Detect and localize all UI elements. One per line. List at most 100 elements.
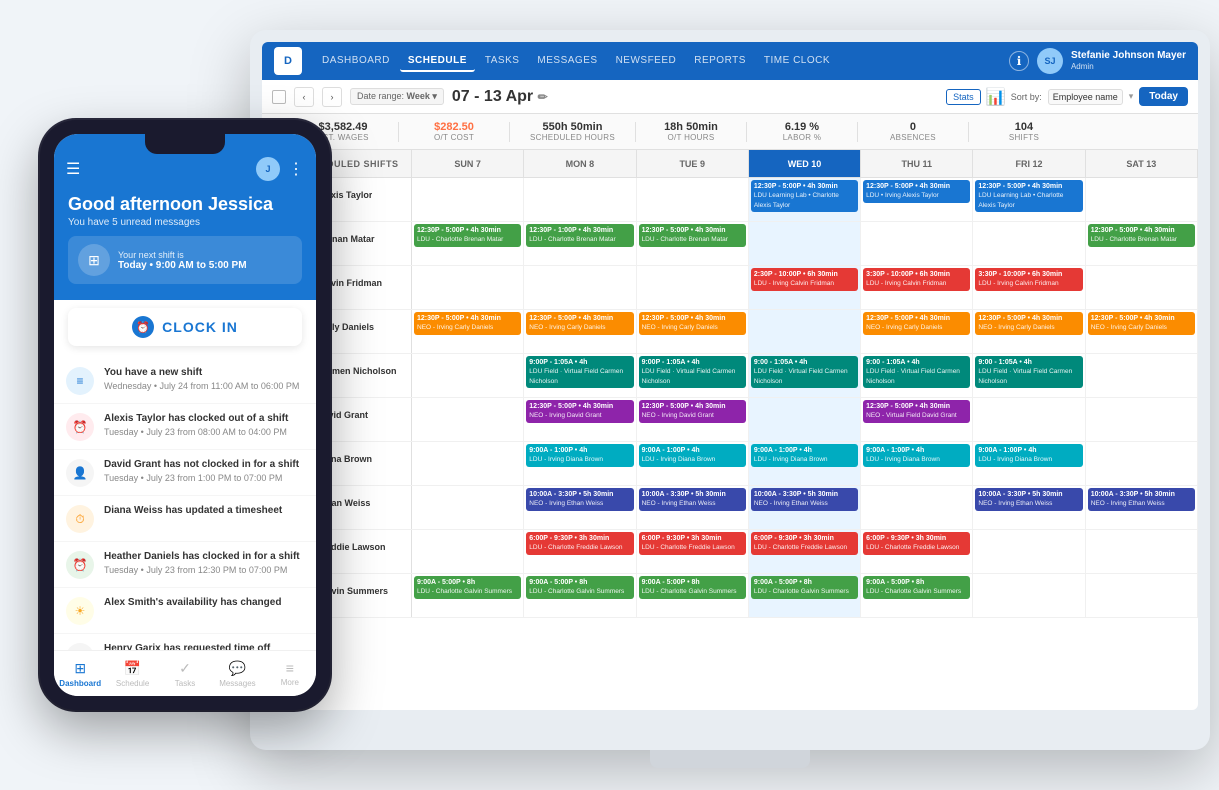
day-cell[interactable]	[1086, 178, 1198, 221]
today-button[interactable]: Today	[1139, 87, 1188, 106]
day-cell[interactable]	[861, 486, 973, 529]
day-cell[interactable]: 12:30P - 5:00P • 4h 30minLDU - Charlotte…	[637, 222, 749, 265]
shift-block[interactable]: 12:30P - 5:00P • 4h 30minNEO - Irving Ca…	[975, 312, 1082, 335]
shift-block[interactable]: 6:00P - 9:30P • 3h 30minLDU - Charlotte …	[639, 532, 746, 555]
shift-block[interactable]: 2:30P - 10:00P • 6h 30minLDU - Irving Ca…	[751, 268, 858, 291]
list-item[interactable]: 👤David Grant has not clocked in for a sh…	[54, 450, 316, 496]
day-cell[interactable]: 12:30P - 5:00P • 4h 30minNEO - Irving Ca…	[412, 310, 524, 353]
shift-block[interactable]: 9:00P - 1:05A • 4hLDU Field · Virtual Fi…	[526, 356, 633, 388]
day-cell[interactable]	[1086, 354, 1198, 397]
day-cell[interactable]: 6:00P - 9:30P • 3h 30minLDU - Charlotte …	[637, 530, 749, 573]
day-cell[interactable]: 9:00 - 1:05A • 4hLDU Field · Virtual Fie…	[749, 354, 861, 397]
day-cell[interactable]: 9:00A - 1:00P • 4hLDU - Irving Diana Bro…	[524, 442, 636, 485]
day-cell[interactable]: 9:00 - 1:05A • 4hLDU Field · Virtual Fie…	[973, 354, 1085, 397]
sort-select[interactable]: Employee name	[1048, 89, 1123, 105]
day-cell[interactable]: 12:30P - 5:00P • 4h 30minLDU Learning La…	[749, 178, 861, 221]
day-cell[interactable]	[637, 178, 749, 221]
shift-block[interactable]: 9:00A - 5:00P • 8hLDU - Charlotte Galvin…	[863, 576, 970, 599]
shift-block[interactable]: 12:30P - 5:00P • 4h 30minNEO - Irving Da…	[526, 400, 633, 423]
bottom-nav-messages[interactable]: 💬 Messages	[211, 660, 263, 688]
day-cell[interactable]	[412, 266, 524, 309]
day-cell[interactable]	[749, 398, 861, 441]
shift-block[interactable]: 9:00A - 5:00P • 8hLDU - Charlotte Galvin…	[526, 576, 633, 599]
day-cell[interactable]	[637, 266, 749, 309]
day-cell[interactable]	[412, 442, 524, 485]
day-cell[interactable]	[412, 354, 524, 397]
shift-block[interactable]: 12:30P - 5:00P • 4h 30minLDU • Irving Al…	[863, 180, 970, 203]
shift-block[interactable]: 10:00A - 3:30P • 5h 30minNEO - Irving Et…	[526, 488, 633, 511]
list-item[interactable]: ⏱Diana Weiss has updated a timesheet	[54, 496, 316, 542]
stats-button[interactable]: Stats	[946, 89, 981, 105]
nav-item-tasks[interactable]: TASKS	[477, 51, 528, 72]
list-item[interactable]: ≡You have a new shiftWednesday • July 24…	[54, 358, 316, 404]
day-cell[interactable]: 9:00A - 1:00P • 4hLDU - Irving Diana Bro…	[637, 442, 749, 485]
day-cell[interactable]: 9:00P - 1:05A • 4hLDU Field · Virtual Fi…	[637, 354, 749, 397]
day-cell[interactable]	[412, 398, 524, 441]
list-item[interactable]: ⏰Heather Daniels has clocked in for a sh…	[54, 542, 316, 588]
list-item[interactable]: ☀Alex Smith's availability has changed	[54, 588, 316, 634]
shift-block[interactable]: 9:00A - 1:00P • 4hLDU - Irving Diana Bro…	[863, 444, 970, 467]
hamburger-icon[interactable]: ☰	[66, 159, 80, 179]
shift-block[interactable]: 12:30P - 5:00P • 4h 30minLDU - Charlotte…	[414, 224, 521, 247]
day-cell[interactable]: 12:30P - 5:00P • 4h 30minNEO - Irving Ca…	[524, 310, 636, 353]
day-cell[interactable]: 9:00A - 5:00P • 8hLDU - Charlotte Galvin…	[524, 574, 636, 617]
day-cell[interactable]: 9:00A - 5:00P • 8hLDU - Charlotte Galvin…	[861, 574, 973, 617]
shift-block[interactable]: 12:30P - 5:00P • 4h 30minLDU - Charlotte…	[639, 224, 746, 247]
day-cell[interactable]: 12:30P - 5:00P • 4h 30minNEO - Irving Da…	[524, 398, 636, 441]
day-cell[interactable]: 12:30P - 5:00P • 4h 30minLDU • Irving Al…	[861, 178, 973, 221]
shift-block[interactable]: 12:30P - 5:00P • 4h 30minLDU Learning La…	[975, 180, 1082, 212]
shift-block[interactable]: 12:30P - 5:00P • 4h 30minNEO - Irving Da…	[639, 400, 746, 423]
day-cell[interactable]: 9:00A - 1:00P • 4hLDU - Irving Diana Bro…	[861, 442, 973, 485]
shift-block[interactable]: 3:30P - 10:00P • 6h 30minLDU - Irving Ca…	[975, 268, 1082, 291]
day-cell[interactable]	[524, 178, 636, 221]
day-cell[interactable]: 10:00A - 3:30P • 5h 30minNEO - Irving Et…	[524, 486, 636, 529]
shift-block[interactable]: 12:30P - 5:00P • 4h 30minLDU - Charlotte…	[1088, 224, 1195, 247]
shift-block[interactable]: 9:00A - 1:00P • 4hLDU - Irving Diana Bro…	[751, 444, 858, 467]
info-icon[interactable]: ℹ	[1009, 51, 1029, 71]
day-cell[interactable]: 6:00P - 9:30P • 3h 30minLDU - Charlotte …	[861, 530, 973, 573]
list-item[interactable]: 👤Henry Garix has requested time off	[54, 634, 316, 650]
day-cell[interactable]: 12:30P - 5:00P • 4h 30minLDU - Charlotte…	[1086, 222, 1198, 265]
nav-item-timeclock[interactable]: TIME CLOCK	[756, 51, 838, 72]
shift-block[interactable]: 10:00A - 3:30P • 5h 30minNEO - Irving Et…	[751, 488, 858, 511]
date-range-selector[interactable]: Date range: Week ▾	[350, 88, 444, 105]
day-cell[interactable]: 12:30P - 1:00P • 4h 30minLDU - Charlotte…	[524, 222, 636, 265]
prev-btn[interactable]: ‹	[294, 87, 314, 107]
shift-block[interactable]: 6:00P - 9:30P • 3h 30minLDU - Charlotte …	[751, 532, 858, 555]
day-cell[interactable]: 9:00A - 5:00P • 8hLDU - Charlotte Galvin…	[412, 574, 524, 617]
shift-block[interactable]: 9:00A - 1:00P • 4hLDU - Irving Diana Bro…	[526, 444, 633, 467]
day-cell[interactable]: 9:00A - 1:00P • 4hLDU - Irving Diana Bro…	[749, 442, 861, 485]
day-cell[interactable]	[861, 222, 973, 265]
day-cell[interactable]: 3:30P - 10:00P • 6h 30minLDU - Irving Ca…	[861, 266, 973, 309]
day-cell[interactable]	[749, 222, 861, 265]
day-cell[interactable]	[1086, 574, 1198, 617]
bottom-nav-schedule[interactable]: 📅 Schedule	[106, 660, 158, 688]
bottom-nav-more[interactable]: ≡ More	[264, 660, 316, 687]
shift-block[interactable]: 12:30P - 5:00P • 4h 30minNEO - Irving Ca…	[414, 312, 521, 335]
day-cell[interactable]	[412, 178, 524, 221]
bottom-nav-tasks[interactable]: ✓ Tasks	[159, 660, 211, 688]
day-cell[interactable]: 12:30P - 5:00P • 4h 30minNEO - Irving Ca…	[1086, 310, 1198, 353]
day-cell[interactable]: 12:30P - 5:00P • 4h 30minLDU - Charlotte…	[412, 222, 524, 265]
day-cell[interactable]	[412, 486, 524, 529]
shift-block[interactable]: 6:00P - 9:30P • 3h 30minLDU - Charlotte …	[863, 532, 970, 555]
clock-in-button[interactable]: ⏰ CLOCK IN	[68, 308, 302, 346]
shift-block[interactable]: 6:00P - 9:30P • 3h 30minLDU - Charlotte …	[526, 532, 633, 555]
day-cell[interactable]: 12:30P - 5:00P • 4h 30minLDU Learning La…	[973, 178, 1085, 221]
day-cell[interactable]: 12:30P - 5:00P • 4h 30minNEO - Irving Ca…	[861, 310, 973, 353]
more-options-icon[interactable]: ⋮	[288, 159, 304, 179]
shift-block[interactable]: 12:30P - 1:00P • 4h 30minLDU - Charlotte…	[526, 224, 633, 247]
day-cell[interactable]: 9:00P - 1:05A • 4hLDU Field · Virtual Fi…	[524, 354, 636, 397]
day-cell[interactable]: 9:00 - 1:05A • 4hLDU Field · Virtual Fie…	[861, 354, 973, 397]
nav-item-reports[interactable]: REPORTS	[686, 51, 754, 72]
day-cell[interactable]	[1086, 398, 1198, 441]
shift-block[interactable]: 9:00A - 5:00P • 8hLDU - Charlotte Galvin…	[639, 576, 746, 599]
shift-block[interactable]: 12:30P - 5:00P • 4h 30minLDU Learning La…	[751, 180, 858, 212]
day-cell[interactable]	[973, 530, 1085, 573]
bottom-nav-dashboard[interactable]: ⊞ Dashboard	[54, 660, 106, 688]
day-cell[interactable]	[412, 530, 524, 573]
day-cell[interactable]: 12:30P - 5:00P • 4h 30minNEO - Irving Ca…	[973, 310, 1085, 353]
day-cell[interactable]: 9:00A - 5:00P • 8hLDU - Charlotte Galvin…	[637, 574, 749, 617]
day-cell[interactable]	[1086, 530, 1198, 573]
shift-block[interactable]: 9:00 - 1:05A • 4hLDU Field · Virtual Fie…	[975, 356, 1082, 388]
